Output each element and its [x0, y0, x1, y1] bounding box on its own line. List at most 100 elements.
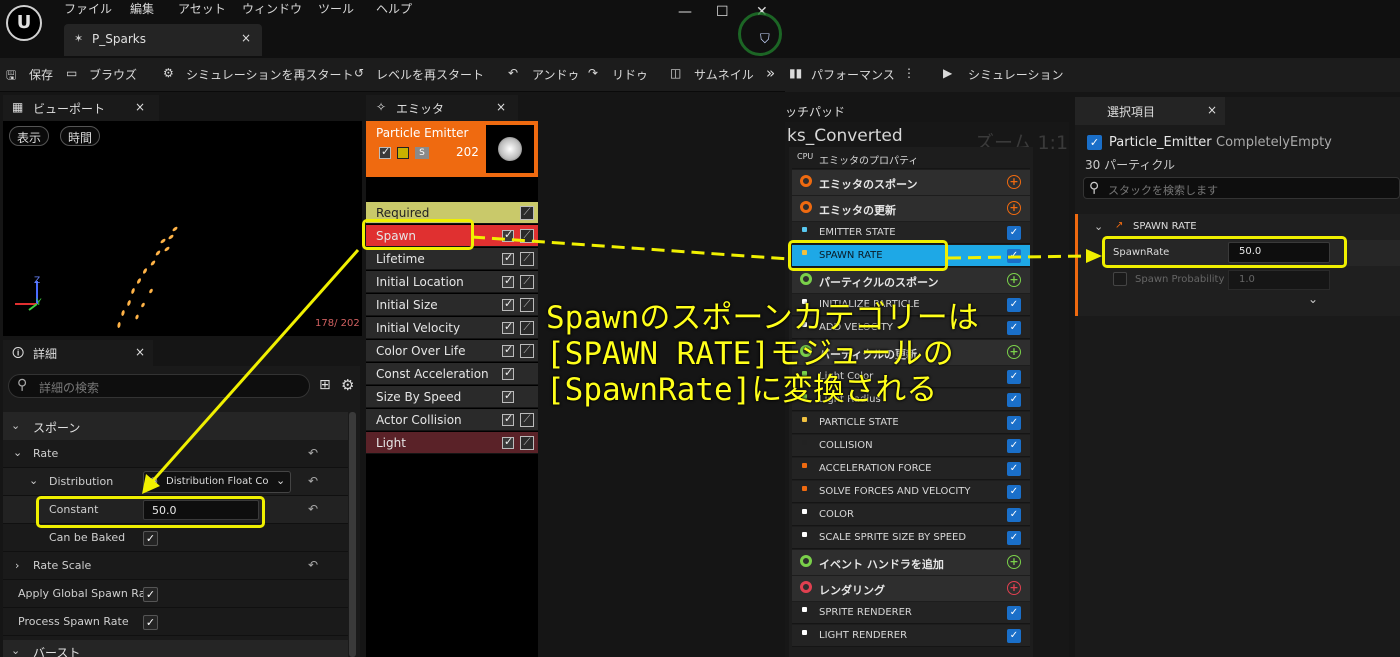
- asset-tab[interactable]: ✶ P_Sparks ×: [64, 24, 262, 56]
- can-be-baked-checkbox[interactable]: ✓: [143, 531, 158, 546]
- close-icon[interactable]: ×: [135, 100, 145, 114]
- module-enable-checkbox[interactable]: ✓: [1007, 226, 1021, 240]
- module-enable-checkbox[interactable]: [502, 251, 514, 265]
- reset-icon[interactable]: ↶: [308, 446, 318, 460]
- emitter-header[interactable]: Particle Emitter S 202: [366, 121, 538, 177]
- curve-editor-icon[interactable]: ⟋: [520, 344, 534, 358]
- table-view-icon[interactable]: ⊞: [319, 377, 331, 393]
- spawn-probability-row[interactable]: Spawn Probability 1.0: [1103, 268, 1400, 292]
- process-spawn-checkbox[interactable]: ✓: [143, 615, 158, 630]
- restart-simulation-button[interactable]: シミュレーションを再スタート: [186, 66, 354, 83]
- reset-icon[interactable]: ↶: [308, 502, 318, 516]
- curve-editor-icon[interactable]: ⟋: [520, 413, 534, 427]
- emitter-module-9[interactable]: Actor Collision ⟋: [366, 409, 538, 431]
- menu-window[interactable]: ウィンドウ: [242, 0, 302, 18]
- stack-item-20[interactable]: LIGHT RENDERER ✓: [792, 625, 1030, 647]
- curve-editor-icon[interactable]: ⟋: [520, 206, 534, 220]
- emitter-module-7[interactable]: Const Acceleration: [366, 363, 538, 385]
- add-module-icon[interactable]: +: [1007, 201, 1021, 215]
- apply-global-row[interactable]: Apply Global Spawn Ra ✓: [3, 580, 348, 608]
- undo-button[interactable]: アンドゥ: [532, 66, 580, 83]
- close-icon[interactable]: ×: [496, 100, 506, 114]
- close-icon[interactable]: ×: [1207, 103, 1217, 117]
- emitter-module-8[interactable]: Size By Speed: [366, 386, 538, 408]
- rate-row[interactable]: ⌄ Rate ↶: [3, 440, 348, 468]
- emitter-module-2[interactable]: Lifetime ⟋: [366, 248, 538, 270]
- module-enable-checkbox[interactable]: [502, 366, 514, 380]
- module-enable-checkbox[interactable]: [502, 343, 514, 357]
- viewport[interactable]: 表示 時間 Z Y 178/ 202: [3, 121, 362, 336]
- module-enable-checkbox[interactable]: ✓: [1007, 629, 1021, 643]
- stack-item-2[interactable]: エミッタの更新 +: [792, 196, 1030, 221]
- menu-file[interactable]: ファイル: [64, 0, 112, 18]
- module-enable-checkbox[interactable]: ✓: [1007, 508, 1021, 522]
- module-enable-checkbox[interactable]: ✓: [1007, 416, 1021, 430]
- module-enable-checkbox[interactable]: [502, 297, 514, 311]
- stack-item-18[interactable]: レンダリング +: [792, 576, 1030, 601]
- performance-button[interactable]: パフォーマンス: [811, 66, 895, 83]
- unreal-logo-icon[interactable]: U: [6, 5, 42, 41]
- module-enable-checkbox[interactable]: ✓: [1007, 321, 1021, 335]
- stack-item-1[interactable]: エミッタのスポーン +: [792, 170, 1030, 195]
- can-be-baked-row[interactable]: Can be Baked ✓: [3, 524, 348, 552]
- emitter-module-6[interactable]: Color Over Life ⟋: [366, 340, 538, 362]
- apply-global-checkbox[interactable]: ✓: [143, 587, 158, 602]
- expand-advanced-icon[interactable]: ⌄: [1308, 292, 1318, 306]
- emitter-tab[interactable]: ✧ エミッタ ×: [366, 95, 518, 121]
- emitter-enabled-checkbox[interactable]: ✓: [1087, 135, 1102, 150]
- add-module-icon[interactable]: +: [1007, 345, 1021, 359]
- scratchpad-tab-label[interactable]: ッチパッド: [785, 103, 845, 120]
- stack-item-11[interactable]: PARTICLE STATE ✓: [792, 412, 1030, 434]
- emitter-module-10[interactable]: Light ⟋: [366, 432, 538, 454]
- distribution-row[interactable]: ⌄ Distribution ◉ Distribution Float Co ⌄…: [3, 468, 348, 496]
- module-enable-checkbox[interactable]: [502, 389, 514, 403]
- maximize-icon[interactable]: ☐: [716, 4, 729, 20]
- details-tab[interactable]: 🛈 詳細 ×: [3, 340, 153, 366]
- module-enable-checkbox[interactable]: ✓: [1007, 298, 1021, 312]
- restart-level-button[interactable]: レベルを再スタート: [376, 66, 484, 83]
- render-mode-icon[interactable]: [397, 147, 409, 159]
- browse-button[interactable]: ブラウズ: [89, 66, 137, 83]
- graduation-cap-icon[interactable]: ⛉: [760, 32, 770, 47]
- viewport-tab[interactable]: ▦ ビューポート ×: [3, 95, 159, 121]
- redo-button[interactable]: リドゥ: [612, 66, 648, 83]
- module-enable-checkbox[interactable]: ✓: [1007, 606, 1021, 620]
- process-spawn-row[interactable]: Process Spawn Rate ✓: [3, 608, 348, 636]
- stack-search-input[interactable]: ⚲ スタックを検索します: [1083, 177, 1400, 199]
- add-module-icon[interactable]: +: [1007, 175, 1021, 189]
- thumbnail-button[interactable]: サムネイル: [694, 66, 754, 83]
- add-module-icon[interactable]: +: [1007, 555, 1021, 569]
- module-enable-checkbox[interactable]: [502, 320, 514, 334]
- close-icon[interactable]: ×: [241, 31, 251, 45]
- overflow-button[interactable]: »: [766, 64, 775, 82]
- curve-editor-icon[interactable]: ⟋: [520, 275, 534, 289]
- stack-item-12[interactable]: COLLISION ✓: [792, 435, 1030, 457]
- emitter-module-5[interactable]: Initial Velocity ⟋: [366, 317, 538, 339]
- spawn-probability-input[interactable]: 1.0: [1228, 270, 1330, 290]
- add-module-icon[interactable]: +: [1007, 273, 1021, 287]
- close-icon[interactable]: ×: [135, 345, 145, 359]
- stack-item-16[interactable]: SCALE SPRITE SIZE BY SPEED ✓: [792, 527, 1030, 549]
- chevron-down-icon[interactable]: ⌄: [1094, 220, 1103, 233]
- simulation-button[interactable]: シミュレーション: [968, 66, 1064, 83]
- curve-editor-icon[interactable]: ⟋: [520, 321, 534, 335]
- spawn-probability-checkbox[interactable]: [1113, 272, 1127, 286]
- reset-icon[interactable]: ↶: [308, 474, 318, 488]
- stack-item-0[interactable]: エミッタのプロパティ CPU: [792, 147, 1030, 169]
- menu-help[interactable]: ヘルプ: [376, 0, 412, 18]
- curve-editor-icon[interactable]: ⟋: [520, 436, 534, 450]
- solo-button[interactable]: S: [415, 147, 429, 159]
- emitter-module-3[interactable]: Initial Location ⟋: [366, 271, 538, 293]
- stack-item-14[interactable]: SOLVE FORCES AND VELOCITY ✓: [792, 481, 1030, 503]
- module-enable-checkbox[interactable]: ✓: [1007, 439, 1021, 453]
- module-enable-checkbox[interactable]: ✓: [1007, 249, 1021, 263]
- gear-icon[interactable]: ⚙: [341, 376, 354, 394]
- module-enable-checkbox[interactable]: [502, 435, 514, 449]
- distribution-select[interactable]: ◉ Distribution Float Co ⌄: [143, 471, 291, 493]
- module-enable-checkbox[interactable]: ✓: [1007, 531, 1021, 545]
- menu-tools[interactable]: ツール: [318, 0, 354, 18]
- selection-tab[interactable]: 選択項目 ×: [1075, 97, 1225, 125]
- details-scrollbar[interactable]: [349, 412, 356, 657]
- stack-item-5[interactable]: パーティクルのスポーン +: [792, 268, 1030, 293]
- stack-item-13[interactable]: ACCELERATION FORCE ✓: [792, 458, 1030, 480]
